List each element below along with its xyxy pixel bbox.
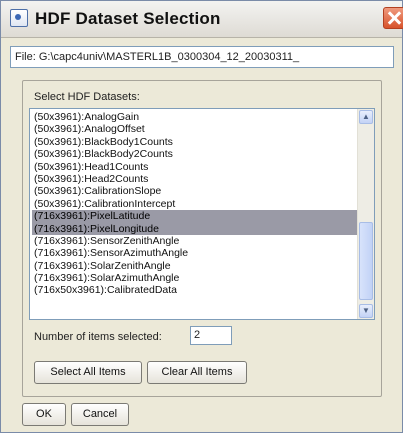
dataset-list-item[interactable]: (50x3961):BlackBody1Counts xyxy=(32,136,357,148)
dataset-list-item[interactable]: (716x3961):SensorZenithAngle xyxy=(32,235,357,247)
ok-button[interactable]: OK xyxy=(22,403,66,426)
dialog-title: HDF Dataset Selection xyxy=(35,9,221,28)
file-path-field[interactable]: File: G:\capc4univ\MASTERL1B_0300304_12_… xyxy=(10,46,394,68)
dataset-list-item[interactable]: (50x3961):BlackBody2Counts xyxy=(32,148,357,160)
scroll-thumb[interactable] xyxy=(359,222,373,300)
scroll-up-icon[interactable]: ▲ xyxy=(359,110,373,124)
dataset-list-item[interactable]: (716x3961):SensorAzimuthAngle xyxy=(32,247,357,259)
dataset-list-item[interactable]: (50x3961):Head1Counts xyxy=(32,161,357,173)
selected-count-field[interactable]: 2 xyxy=(190,326,232,345)
vertical-scrollbar[interactable]: ▲ ▼ xyxy=(357,109,374,319)
clear-all-items-button[interactable]: Clear All Items xyxy=(147,361,247,384)
dataset-list-item[interactable]: (50x3961):CalibrationSlope xyxy=(32,185,357,197)
selected-count-label: Number of items selected: xyxy=(34,331,162,343)
dataset-list-item[interactable]: (716x3961):SolarAzimuthAngle xyxy=(32,272,357,284)
datasets-label: Select HDF Datasets: xyxy=(34,91,140,103)
dataset-list-item[interactable]: (50x3961):Head2Counts xyxy=(32,173,357,185)
hdf-dataset-selection-dialog: HDF Dataset Selection File: G:\capc4univ… xyxy=(0,0,403,433)
select-all-items-button[interactable]: Select All Items xyxy=(34,361,142,384)
dataset-list-item[interactable]: (716x3961):PixelLongitude xyxy=(32,222,357,235)
close-icon[interactable] xyxy=(383,7,403,29)
dataset-list[interactable]: (50x3961):AnalogGain (50x3961):AnalogOffs… xyxy=(32,111,357,297)
dataset-list-item[interactable]: (50x3961):AnalogOffset xyxy=(32,123,357,135)
title-bar[interactable]: HDF Dataset Selection xyxy=(1,1,403,38)
dataset-listbox[interactable]: (50x3961):AnalogGain (50x3961):AnalogOffs… xyxy=(29,108,375,320)
dataset-list-item[interactable]: (50x3961):AnalogGain xyxy=(32,111,357,123)
dataset-list-item[interactable]: (716x50x3961):CalibratedData xyxy=(32,284,357,296)
dataset-list-item[interactable]: (716x3961):PixelLatitude xyxy=(32,210,357,223)
dataset-list-item[interactable]: (50x3961):CalibrationIntercept xyxy=(32,198,357,210)
scroll-down-icon[interactable]: ▼ xyxy=(359,304,373,318)
cancel-button[interactable]: Cancel xyxy=(71,403,129,426)
app-window-icon xyxy=(10,9,28,27)
dataset-list-item[interactable]: (716x3961):SolarZenithAngle xyxy=(32,260,357,272)
